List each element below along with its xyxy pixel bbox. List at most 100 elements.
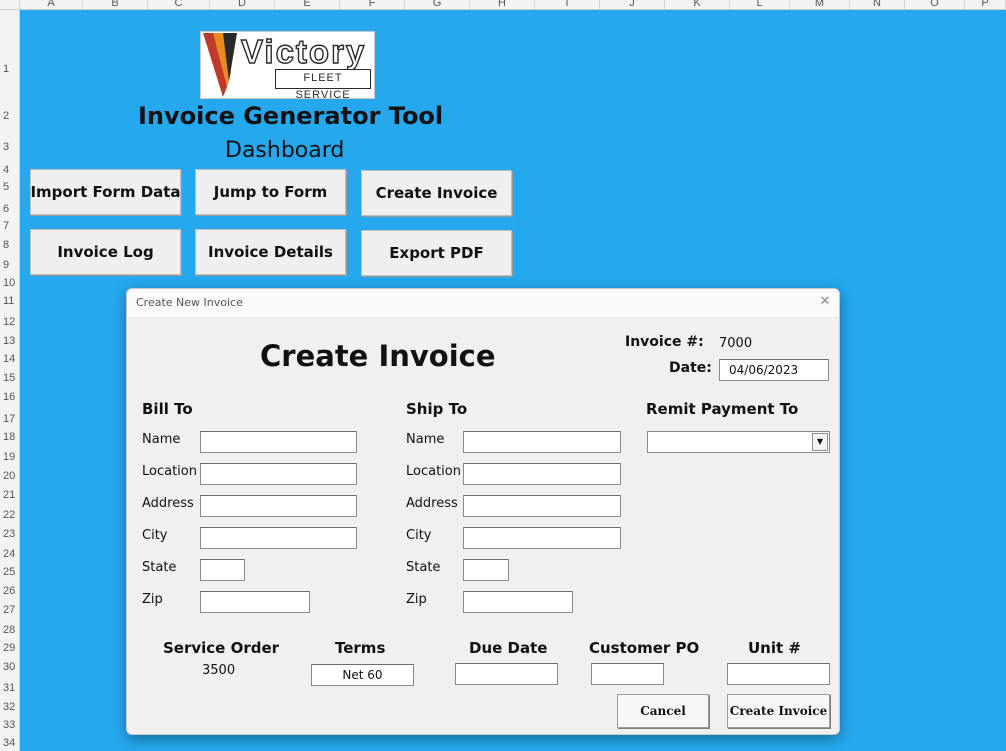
row-header-23[interactable]: 23 [0, 526, 20, 542]
row-header-16[interactable]: 16 [0, 389, 20, 405]
row-header-2[interactable]: 2 [0, 108, 20, 124]
row-header-30[interactable]: 30 [0, 659, 20, 675]
row-header-15[interactable]: 15 [0, 370, 20, 386]
customer-po-input[interactable] [591, 663, 664, 685]
bill-to-name-label: Name [142, 432, 181, 447]
ship-to-location-input[interactable] [463, 463, 621, 485]
column-header-a[interactable]: A [20, 0, 83, 9]
create-invoice-button[interactable]: Create Invoice [727, 694, 830, 728]
column-header-c[interactable]: C [148, 0, 210, 9]
export-pdf-button[interactable]: Export PDF [361, 230, 512, 276]
logo-wordmark: Victory [240, 33, 367, 70]
row-header-6[interactable]: 6 [0, 201, 20, 217]
jump-to-form-button[interactable]: Jump to Form [195, 169, 346, 215]
remit-payment-heading: Remit Payment To [646, 400, 799, 418]
column-header-i[interactable]: I [535, 0, 600, 9]
row-header-22[interactable]: 22 [0, 507, 20, 523]
column-header-l[interactable]: L [730, 0, 790, 9]
remit-payment-dropdown[interactable]: ▼ [647, 431, 830, 453]
row-header-29[interactable]: 29 [0, 640, 20, 656]
bill-to-address-input[interactable] [200, 495, 357, 517]
cancel-button[interactable]: Cancel [617, 694, 709, 728]
ship-to-location-label: Location [406, 464, 461, 479]
bill-to-address-label: Address [142, 496, 194, 511]
ship-to-zip-input[interactable] [463, 591, 573, 613]
column-header-h[interactable]: H [470, 0, 535, 9]
close-icon[interactable]: ✕ [817, 294, 833, 310]
column-header-n[interactable]: N [850, 0, 905, 9]
column-header-g[interactable]: G [405, 0, 470, 9]
invoice-log-button[interactable]: Invoice Log [30, 229, 181, 275]
invoice-number-value: 7000 [719, 336, 753, 351]
ship-to-heading: Ship To [406, 400, 468, 418]
ship-to-state-input[interactable] [463, 559, 509, 581]
row-header-1[interactable]: 1 [0, 61, 20, 77]
row-header-7[interactable]: 7 [0, 218, 20, 234]
ship-to-address-input[interactable] [463, 495, 621, 517]
row-header-17[interactable]: 17 [0, 411, 20, 427]
row-header-12[interactable]: 12 [0, 314, 20, 330]
row-header-33[interactable]: 33 [0, 717, 20, 733]
row-header-28[interactable]: 28 [0, 622, 20, 638]
column-header-b[interactable]: B [83, 0, 148, 9]
row-header-4[interactable]: 4 [0, 162, 20, 178]
import-form-data-button[interactable]: Import Form Data [30, 169, 181, 215]
row-header-5[interactable]: 5 [0, 179, 20, 195]
bill-to-zip-label: Zip [142, 592, 163, 607]
tool-title: Invoice Generator Tool [138, 102, 444, 130]
row-header-18[interactable]: 18 [0, 429, 20, 445]
column-header-f[interactable]: F [340, 0, 405, 9]
row-header-27[interactable]: 27 [0, 602, 20, 618]
row-header-14[interactable]: 14 [0, 351, 20, 367]
service-order-label: Service Order [163, 639, 280, 657]
row-header-13[interactable]: 13 [0, 333, 20, 349]
row-header-3[interactable]: 3 [0, 139, 20, 155]
row-header-bar: 1 2 3 4 5 6 7 8 9 10 11 12 13 14 15 16 17 18 19 20 21 22 23 24 2… [0, 10, 20, 751]
ship-to-address-label: Address [406, 496, 458, 511]
date-field[interactable]: 04/06/2023 [719, 359, 829, 381]
bill-to-zip-input[interactable] [200, 591, 310, 613]
invoice-number-label: Invoice #: [625, 334, 704, 350]
bill-to-location-input[interactable] [200, 463, 357, 485]
column-header-e[interactable]: E [275, 0, 340, 9]
bill-to-state-input[interactable] [200, 559, 245, 581]
ship-to-city-input[interactable] [463, 527, 621, 549]
bill-to-city-input[interactable] [200, 527, 357, 549]
terms-field[interactable]: Net 60 [311, 664, 414, 686]
column-header-p[interactable]: P [965, 0, 1006, 9]
due-date-input[interactable] [455, 663, 558, 685]
chevron-down-icon[interactable]: ▼ [812, 433, 828, 451]
row-header-25[interactable]: 25 [0, 564, 20, 580]
row-header-21[interactable]: 21 [0, 487, 20, 503]
invoice-details-button[interactable]: Invoice Details [195, 229, 346, 275]
column-header-m[interactable]: M [790, 0, 850, 9]
bill-to-state-label: State [142, 560, 177, 575]
select-all-corner[interactable] [0, 0, 20, 9]
bill-to-heading: Bill To [142, 400, 193, 418]
column-header-d[interactable]: D [210, 0, 275, 9]
row-header-34[interactable]: 34 [0, 735, 20, 751]
row-header-32[interactable]: 32 [0, 699, 20, 715]
column-header-k[interactable]: K [665, 0, 730, 9]
row-header-26[interactable]: 26 [0, 583, 20, 599]
column-header-o[interactable]: O [905, 0, 965, 9]
dialog-heading: Create Invoice [260, 339, 496, 373]
row-header-10[interactable]: 10 [0, 275, 20, 291]
service-order-value: 3500 [202, 663, 236, 678]
ship-to-name-input[interactable] [463, 431, 621, 453]
ship-to-state-label: State [406, 560, 441, 575]
row-header-31[interactable]: 31 [0, 680, 20, 696]
row-header-20[interactable]: 20 [0, 468, 20, 484]
logo-tagline: FLEET SERVICE [275, 69, 371, 98]
create-invoice-dashboard-button[interactable]: Create Invoice [361, 170, 512, 216]
row-header-24[interactable]: 24 [0, 546, 20, 562]
column-header-j[interactable]: J [600, 0, 665, 9]
row-header-19[interactable]: 19 [0, 449, 20, 465]
row-header-9[interactable]: 9 [0, 257, 20, 273]
row-header-8[interactable]: 8 [0, 237, 20, 253]
unit-number-input[interactable] [727, 663, 830, 685]
terms-label: Terms [335, 639, 386, 657]
ship-to-zip-label: Zip [406, 592, 427, 607]
row-header-11[interactable]: 11 [0, 293, 20, 309]
bill-to-name-input[interactable] [200, 431, 357, 453]
